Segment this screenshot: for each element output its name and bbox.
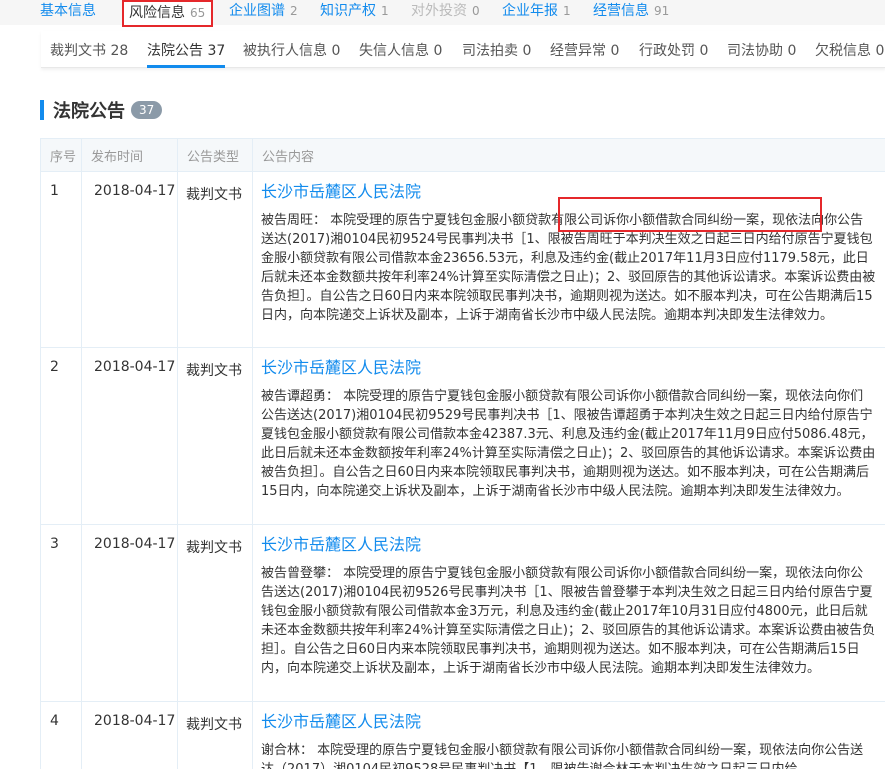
row-content: 长沙市岳麓区人民法院 被告曾登攀： 本院受理的原告宁夏钱包金服小额贷款有限公司诉… (252, 524, 885, 702)
subtab-tax-arrears[interactable]: 欠税信息 0 (815, 40, 884, 68)
notice-text: 谢合林： 本院受理的原告宁夏钱包金服小额贷款有限公司诉你小额借款合同纠纷一案，现… (261, 743, 864, 769)
row-date: 2018-04-17 (81, 347, 178, 525)
subtab-administrative-penalty[interactable]: 行政处罚 0 (639, 40, 708, 68)
court-name-link[interactable]: 长沙市岳麓区人民法院 (261, 534, 876, 556)
row-index: 3 (40, 524, 82, 702)
subtab-dishonest-persons[interactable]: 失信人信息 0 (359, 40, 442, 68)
court-name-link[interactable]: 长沙市岳麓区人民法院 (261, 357, 876, 379)
court-notices-table: 序号 发布时间 公告类型 公告内容 1 2018-04-17 裁判文书 长沙市岳… (40, 138, 885, 769)
tab-business-info[interactable]: 经营信息 91 (593, 1, 669, 23)
notice-text: 被告曾登攀： 本院受理的原告宁夏钱包金服小额贷款有限公司诉你小额借款合同纠纷一案… (261, 566, 876, 676)
risk-sub-tabs: 裁判文书 28 法院公告 37 被执行人信息 0 失信人信息 0 司法拍卖 0 … (41, 31, 885, 68)
court-name-link[interactable]: 长沙市岳麓区人民法院 (261, 181, 876, 203)
row-type: 裁判文书 (177, 171, 253, 348)
row-date: 2018-04-17 (81, 701, 178, 769)
subtab-judicial-assistance[interactable]: 司法协助 0 (727, 40, 796, 68)
top-nav-tabs: 基本信息 风险信息 65 企业图谱 2 知识产权 1 对外投资 0 企业年报 1 经营信息… (0, 0, 885, 27)
tab-intellectual-property[interactable]: 知识产权 1 (320, 1, 389, 23)
notice-text: 被告谭超勇： 本院受理的原告宁夏钱包金服小额贷款有限公司诉你小额借款合同纠纷一案… (261, 389, 876, 499)
col-header-date: 发布时间 (81, 138, 178, 172)
section-header: 法院公告 37 (40, 99, 163, 122)
row-content: 长沙市岳麓区人民法院 谢合林： 本院受理的原告宁夏钱包金服小额贷款有限公司诉你小… (252, 701, 885, 769)
tab-basic-info[interactable]: 基本信息 (40, 1, 96, 23)
section-accent-bar (40, 100, 44, 120)
table-row: 3 2018-04-17 裁判文书 长沙市岳麓区人民法院 被告曾登攀： 本院受理… (40, 524, 885, 702)
col-header-index: 序号 (40, 138, 82, 172)
row-date: 2018-04-17 (81, 171, 178, 348)
court-name-link[interactable]: 长沙市岳麓区人民法院 (261, 711, 876, 733)
subtab-judicial-auction[interactable]: 司法拍卖 0 (462, 40, 531, 68)
tab-risk-info[interactable]: 风险信息 65 (122, 0, 214, 27)
notice-text: 被告周旺： 本院受理的原告宁夏钱包金服小额贷款有限公司诉你小额借款合同纠纷一案，… (261, 213, 876, 323)
table-row: 2 2018-04-17 裁判文书 长沙市岳麓区人民法院 被告谭超勇： 本院受理… (40, 347, 885, 525)
table-row: 1 2018-04-17 裁判文书 长沙市岳麓区人民法院 被告周旺： 本院受理的… (40, 171, 885, 348)
tab-outbound-investment[interactable]: 对外投资 0 (411, 1, 480, 23)
subtab-court-notices[interactable]: 法院公告 37 (147, 40, 226, 68)
row-index: 1 (40, 171, 82, 348)
col-header-content: 公告内容 (252, 138, 885, 172)
col-header-type: 公告类型 (177, 138, 253, 172)
row-type: 裁判文书 (177, 701, 253, 769)
tab-annual-report[interactable]: 企业年报 1 (502, 1, 571, 23)
subtab-abnormal-operation[interactable]: 经营异常 0 (550, 40, 619, 68)
table-header-row: 序号 发布时间 公告类型 公告内容 (40, 138, 885, 172)
row-content: 长沙市岳麓区人民法院 被告谭超勇： 本院受理的原告宁夏钱包金服小额贷款有限公司诉… (252, 347, 885, 525)
row-date: 2018-04-17 (81, 524, 178, 702)
count-badge: 37 (131, 101, 163, 119)
row-type: 裁判文书 (177, 347, 253, 525)
row-index: 4 (40, 701, 82, 769)
row-index: 2 (40, 347, 82, 525)
row-type: 裁判文书 (177, 524, 253, 702)
table-row: 4 2018-04-17 裁判文书 长沙市岳麓区人民法院 谢合林： 本院受理的原… (40, 701, 885, 769)
subtab-executed-persons[interactable]: 被执行人信息 0 (243, 40, 340, 68)
section-title: 法院公告 (53, 101, 125, 122)
row-content: 长沙市岳麓区人民法院 被告周旺： 本院受理的原告宁夏钱包金服小额贷款有限公司诉你… (252, 171, 885, 348)
tab-enterprise-graph[interactable]: 企业图谱 2 (229, 1, 298, 23)
subtab-judgment-documents[interactable]: 裁判文书 28 (50, 40, 128, 68)
